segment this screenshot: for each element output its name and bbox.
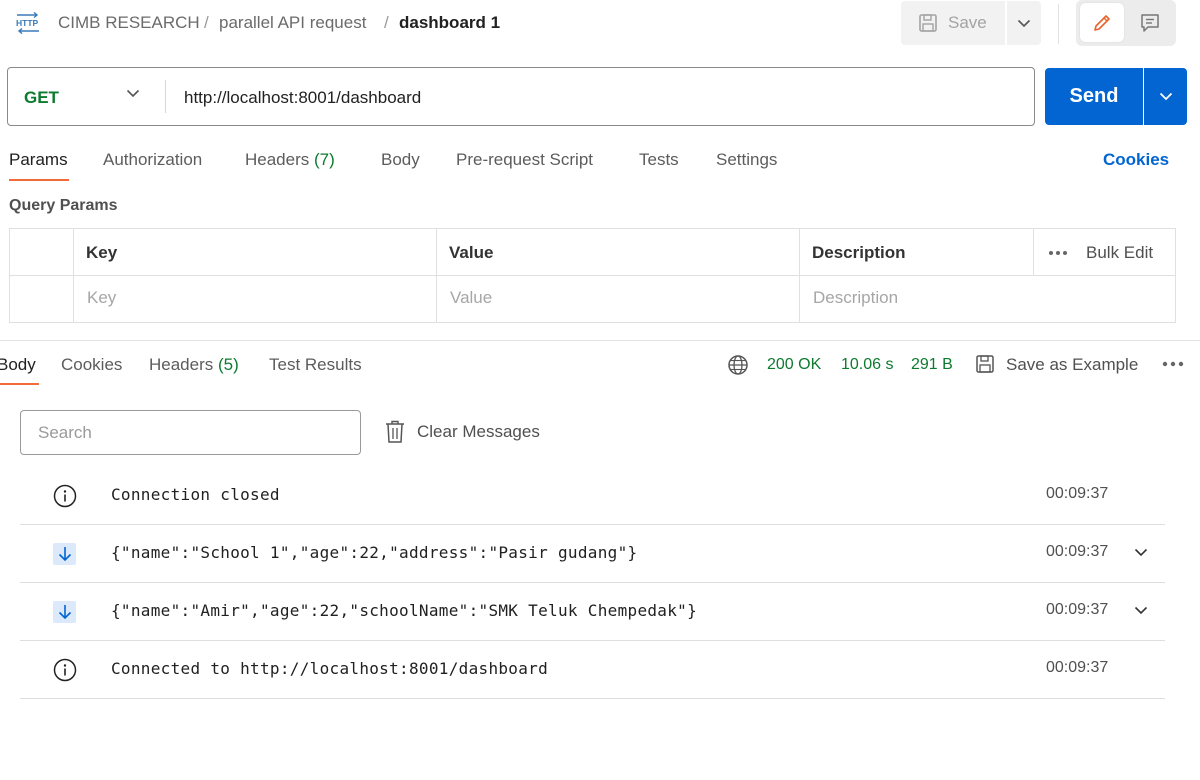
message-timestamp: 00:09:37 — [1046, 601, 1109, 618]
globe-icon[interactable] — [727, 354, 749, 376]
comment-icon — [1139, 12, 1161, 34]
table-divider — [1033, 229, 1034, 275]
tab-test-results[interactable]: Test Results — [269, 355, 362, 375]
tab-authorization[interactable]: Authorization — [103, 150, 202, 170]
message-row[interactable]: {"name":"School 1","age":22,"address":"P… — [20, 525, 1165, 583]
info-icon — [53, 484, 77, 508]
breadcrumb-separator: / — [384, 13, 389, 32]
response-size[interactable]: 291 B — [911, 356, 953, 374]
clear-messages-button[interactable]: Clear Messages — [385, 420, 540, 444]
url-input[interactable]: http://localhost:8001/dashboard — [184, 88, 421, 108]
query-params-table: Key Value Description Bulk Edit Key Valu… — [9, 228, 1176, 323]
tab-body[interactable]: Body — [381, 150, 420, 170]
chevron-down-icon[interactable] — [1134, 606, 1148, 615]
trash-icon — [385, 420, 405, 444]
query-params-title: Query Params — [9, 197, 118, 214]
tab-response-headers-label: Headers — [149, 355, 214, 374]
tab-tests[interactable]: Tests — [639, 150, 679, 170]
breadcrumb-workspace[interactable]: CIMB RESEARCH — [58, 13, 200, 33]
http-request-icon: HTTP — [15, 12, 41, 34]
save-icon — [918, 13, 938, 33]
more-options-icon[interactable] — [1162, 361, 1184, 367]
save-icon — [975, 354, 995, 374]
save-button[interactable]: Save — [901, 1, 1005, 45]
message-row[interactable]: {"name":"Amir","age":22,"schoolName":"SM… — [20, 583, 1165, 641]
tab-response-body[interactable]: Body — [0, 355, 36, 375]
chevron-down-icon[interactable] — [1134, 548, 1148, 557]
edit-mode-button[interactable] — [1080, 3, 1124, 42]
message-timestamp: 00:09:37 — [1046, 659, 1109, 676]
tab-params[interactable]: Params — [9, 150, 68, 170]
tab-headers[interactable]: Headers (7) — [245, 150, 335, 170]
more-options-icon[interactable] — [1048, 250, 1068, 256]
column-header-value: Value — [449, 243, 494, 262]
arrow-down-icon — [53, 543, 76, 565]
chevron-down-icon — [1159, 92, 1173, 101]
breadcrumb-request-name[interactable]: dashboard 1 — [399, 13, 500, 33]
message-text: Connected to http://localhost:8001/dashb… — [111, 659, 549, 678]
svg-text:HTTP: HTTP — [16, 18, 39, 28]
active-tab-indicator — [9, 179, 69, 181]
chevron-down-icon[interactable] — [126, 89, 140, 98]
message-text: {"name":"School 1","age":22,"address":"P… — [111, 543, 638, 562]
send-options-button[interactable] — [1144, 68, 1187, 125]
save-options-button[interactable] — [1007, 1, 1041, 45]
response-time[interactable]: 10.06 s — [841, 356, 893, 374]
message-row[interactable]: Connected to http://localhost:8001/dashb… — [20, 641, 1165, 699]
arrow-down-icon — [53, 601, 76, 623]
header: HTTP CIMB RESEARCH / parallel API reques… — [0, 0, 1200, 46]
send-button[interactable]: Send — [1045, 68, 1143, 125]
table-divider — [799, 229, 800, 322]
info-icon — [53, 658, 77, 682]
method-select[interactable]: GET — [24, 88, 59, 108]
message-text: Connection closed — [111, 485, 280, 504]
param-value-input[interactable]: Value — [450, 288, 492, 308]
header-divider — [1058, 4, 1059, 44]
cookies-link[interactable]: Cookies — [1103, 150, 1169, 170]
message-row[interactable]: Connection closed 00:09:37 — [20, 467, 1165, 525]
table-divider — [10, 275, 1175, 276]
active-tab-indicator — [0, 383, 39, 385]
table-divider — [73, 229, 74, 322]
url-bar-divider — [165, 80, 166, 113]
tab-pre-request-script[interactable]: Pre-request Script — [456, 150, 593, 170]
tab-response-headers[interactable]: Headers (5) — [149, 355, 239, 375]
clear-messages-label: Clear Messages — [417, 422, 540, 441]
column-header-description: Description — [812, 243, 906, 262]
search-input[interactable] — [20, 410, 361, 455]
tab-headers-label: Headers — [245, 150, 310, 169]
bulk-edit-button[interactable]: Bulk Edit — [1086, 243, 1153, 263]
response-headers-count: (5) — [218, 355, 239, 374]
headers-count: (7) — [314, 150, 335, 169]
pencil-icon — [1091, 12, 1113, 34]
status-code[interactable]: 200 OK — [767, 356, 821, 374]
tab-settings[interactable]: Settings — [716, 150, 777, 170]
save-button-label: Save — [948, 13, 987, 32]
message-timestamp: 00:09:37 — [1046, 485, 1109, 502]
param-key-input[interactable]: Key — [87, 288, 116, 308]
breadcrumb-separator: / — [204, 13, 209, 32]
breadcrumb-collection[interactable]: parallel API request — [219, 13, 366, 33]
tab-response-cookies[interactable]: Cookies — [61, 355, 122, 375]
comment-mode-button[interactable] — [1128, 3, 1172, 42]
table-divider — [436, 229, 437, 322]
message-text: {"name":"Amir","age":22,"schoolName":"SM… — [111, 601, 698, 620]
message-timestamp: 00:09:37 — [1046, 543, 1109, 560]
chevron-down-icon — [1017, 19, 1031, 28]
column-header-key: Key — [86, 243, 118, 262]
save-as-example-button[interactable]: Save as Example — [1006, 355, 1138, 375]
param-description-input[interactable]: Description — [813, 288, 898, 308]
pane-splitter[interactable] — [0, 340, 1200, 341]
url-bar — [7, 67, 1035, 126]
